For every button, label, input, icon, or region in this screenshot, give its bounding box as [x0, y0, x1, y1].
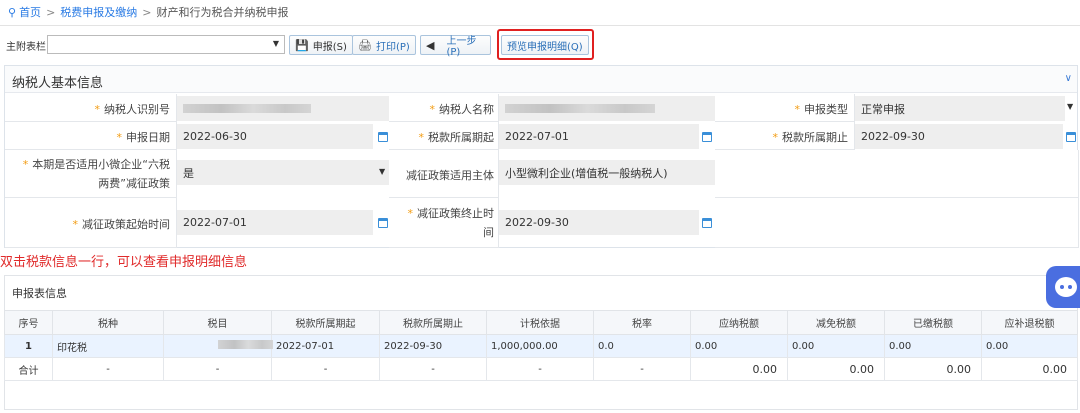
- prev-step-button-label: 上一步(P): [446, 36, 477, 58]
- column-header: 税目: [163, 310, 272, 335]
- taxpayer-id-field: [177, 96, 389, 121]
- table-cell: 0.00: [690, 334, 788, 358]
- table-cell: 0.00: [981, 334, 1078, 358]
- column-header: 税率: [593, 310, 691, 335]
- calendar-icon[interactable]: [378, 218, 388, 228]
- policy-start-field[interactable]: 2022-07-01: [177, 210, 373, 235]
- breadcrumb-current: 财产和行为税合并纳税申报: [156, 6, 289, 19]
- save-icon: 💾: [295, 38, 309, 52]
- dropdown-arrow-icon: ▼: [1067, 102, 1074, 111]
- table-cell: 1,000,000.00: [486, 334, 594, 358]
- table-cell: -: [486, 357, 594, 381]
- declaration-date-label: * 申报日期: [116, 131, 171, 144]
- column-header: 减免税额: [787, 310, 885, 335]
- prev-step-button[interactable]: ◀ 上一步(P): [420, 35, 491, 58]
- table-cell: 2022-09-30: [379, 334, 487, 358]
- dropdown-arrow-icon: ▼: [379, 167, 386, 176]
- declare-button[interactable]: 💾 申报(S): [289, 35, 353, 55]
- declaration-type-select[interactable]: 正常申报: [855, 96, 1065, 121]
- calendar-icon[interactable]: [702, 132, 712, 142]
- breadcrumb-separator: >: [46, 5, 56, 19]
- column-header: 税款所属期起: [271, 310, 380, 335]
- calendar-icon[interactable]: [1066, 132, 1076, 142]
- panel-header[interactable]: 纳税人基本信息 ∨: [5, 66, 1077, 93]
- declaration-date-field[interactable]: 2022-06-30: [177, 124, 373, 149]
- policy-subject-label: 减征政策适用主体: [406, 169, 494, 182]
- table-cell: -: [593, 357, 691, 381]
- dropdown-arrow-icon: ▼: [272, 39, 279, 48]
- table-cell: 0.00: [884, 357, 982, 381]
- declare-button-label: 申报(S): [312, 41, 347, 53]
- column-header: 已缴税额: [884, 310, 982, 335]
- chevron-down-icon[interactable]: ∨: [1065, 73, 1072, 84]
- column-header: 应补退税额: [981, 310, 1078, 335]
- column-header: 税种: [52, 310, 164, 335]
- print-button[interactable]: 🖨 打印(P): [352, 35, 416, 55]
- location-pin-icon: ⚲: [8, 5, 17, 19]
- declaration-section-title: 申报表信息: [12, 287, 67, 300]
- breadcrumb-section-link[interactable]: 税费申报及缴纳: [60, 4, 137, 20]
- assistant-robot-icon[interactable]: [1046, 266, 1080, 308]
- table-cell: 2022-07-01: [271, 334, 380, 358]
- table-cell: 印花税: [52, 334, 164, 358]
- breadcrumb-home-link[interactable]: 首页: [19, 4, 41, 20]
- table-header-row: 序号 税种 税目 税款所属期起 税款所属期止 计税依据 税率 应纳税额 减免税额…: [4, 310, 1078, 335]
- policy-end-field[interactable]: 2022-09-30: [499, 210, 699, 235]
- policy-applicable-label: * 本期是否适用小微企业“六税 两费”减征政策: [22, 158, 170, 190]
- policy-subject-field: 小型微利企业(增值税一般纳税人): [499, 160, 715, 185]
- taxpayer-info-panel: 纳税人基本信息 ∨ * 纳税人识别号 * 纳税人名称 * 申报类型 正常申报 ▼ * 申…: [4, 65, 1079, 248]
- table-cell: 0.0: [593, 334, 691, 358]
- table-cell: 0.00: [981, 357, 1078, 381]
- total-row: 合计 - - - - - - 0.00 0.00 0.00 0.00: [4, 357, 1078, 381]
- column-header: 序号: [4, 310, 53, 335]
- period-end-label: * 税款所属期止: [772, 131, 849, 144]
- table-cell: -: [52, 357, 164, 381]
- column-header: 税款所属期止: [379, 310, 487, 335]
- taxpayer-name-field: [499, 96, 715, 121]
- policy-start-label: * 减征政策起始时间: [72, 218, 171, 231]
- panel-title: 纳税人基本信息: [12, 76, 104, 91]
- table-cell: 1: [4, 334, 53, 358]
- main-form-select[interactable]: ▼: [47, 35, 285, 54]
- table-cell: -: [163, 357, 272, 381]
- table-cell: 合计: [4, 357, 53, 381]
- print-button-label: 打印(P): [375, 41, 410, 53]
- breadcrumb: ⚲ 首页 > 税费申报及缴纳 > 财产和行为税合并纳税申报: [8, 4, 289, 20]
- taxpayer-name-label: * 纳税人名称: [429, 103, 495, 116]
- calendar-icon[interactable]: [378, 132, 388, 142]
- column-header: 计税依据: [486, 310, 594, 335]
- calendar-icon[interactable]: [702, 218, 712, 228]
- period-start-field[interactable]: 2022-07-01: [499, 124, 699, 149]
- back-arrow-icon: ◀: [426, 38, 435, 52]
- policy-end-label: * 减征政策终止时间: [407, 207, 495, 239]
- instruction-note: 双击税款信息一行，可以查看申报明细信息: [0, 255, 248, 270]
- table-cell: 0.00: [884, 334, 982, 358]
- table-cell: 0.00: [690, 357, 788, 381]
- main-form-label: 主附表栏:: [6, 42, 50, 53]
- table-row[interactable]: 1 印花税 2022-07-01 2022-09-30 1,000,000.00…: [4, 334, 1078, 358]
- table-cell: -: [271, 357, 380, 381]
- table-cell: [163, 334, 273, 358]
- column-header: 应纳税额: [690, 310, 788, 335]
- policy-applicable-select[interactable]: 是: [177, 160, 389, 185]
- declaration-type-label: * 申报类型: [794, 103, 849, 116]
- table-cell: -: [379, 357, 487, 381]
- taxpayer-id-label: * 纳税人识别号: [94, 103, 171, 116]
- printer-icon: 🖨: [358, 38, 372, 52]
- divider: [0, 25, 1080, 26]
- period-start-label: * 税款所属期起: [418, 131, 495, 144]
- declaration-table: 序号 税种 税目 税款所属期起 税款所属期止 计税依据 税率 应纳税额 减免税额…: [4, 310, 1078, 381]
- table-cell: 0.00: [787, 334, 885, 358]
- robot-face: [1055, 277, 1077, 297]
- highlight-box: [497, 29, 594, 60]
- period-end-field[interactable]: 2022-09-30: [855, 124, 1063, 149]
- grid-cell: [715, 150, 1079, 198]
- breadcrumb-separator: >: [142, 5, 152, 19]
- grid-cell: [715, 198, 1079, 248]
- table-cell: 0.00: [787, 357, 885, 381]
